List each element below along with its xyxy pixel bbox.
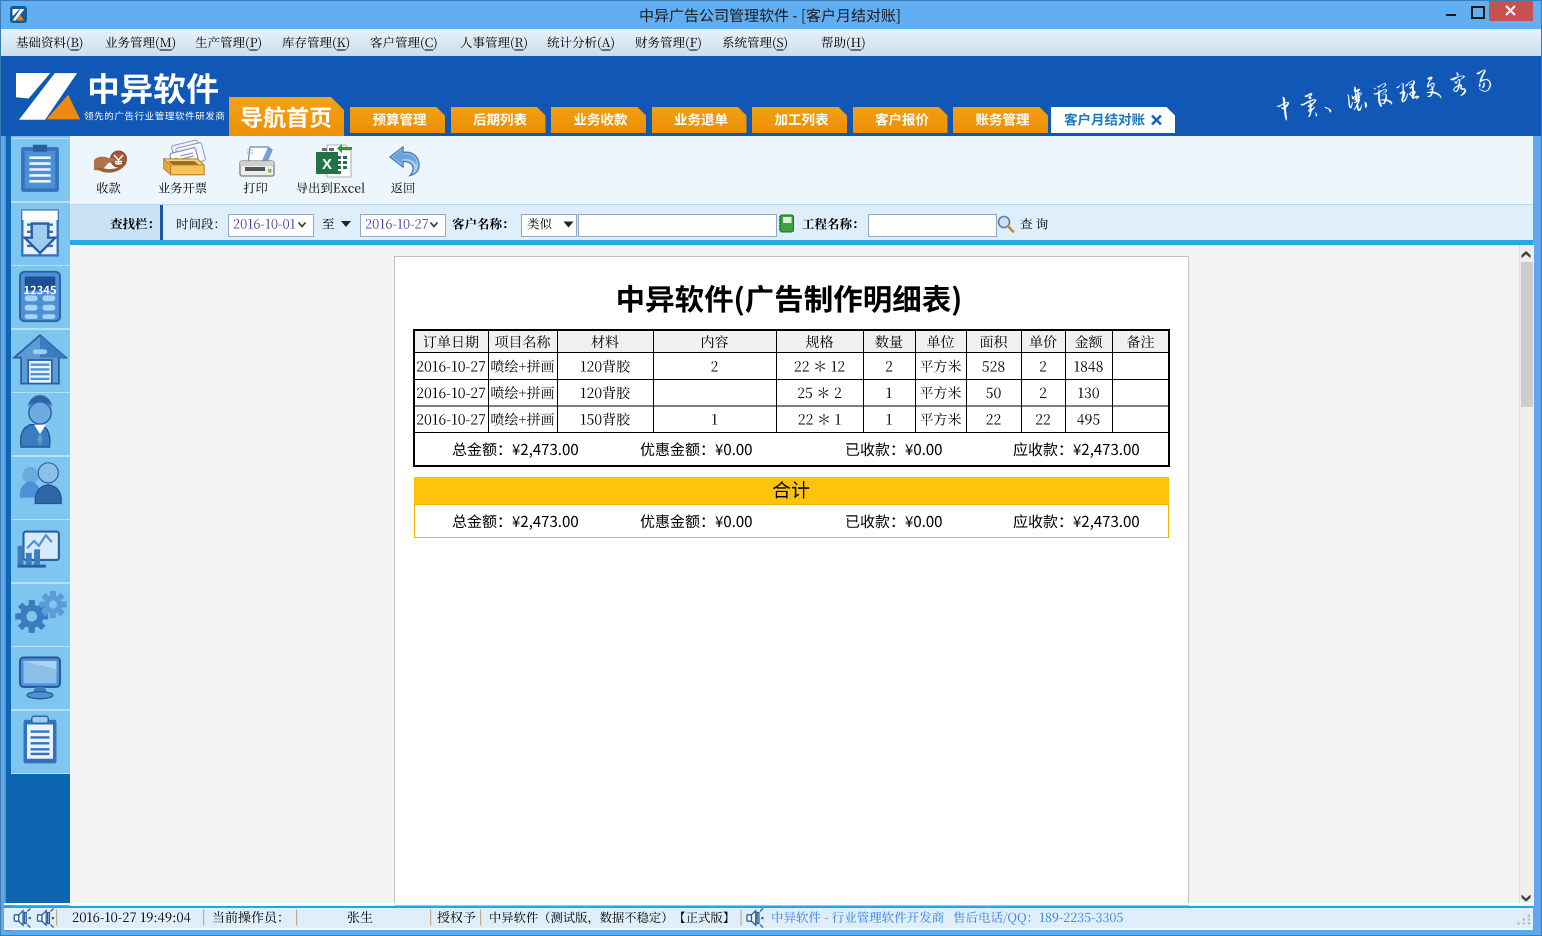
svg-text:X: X (322, 156, 332, 173)
